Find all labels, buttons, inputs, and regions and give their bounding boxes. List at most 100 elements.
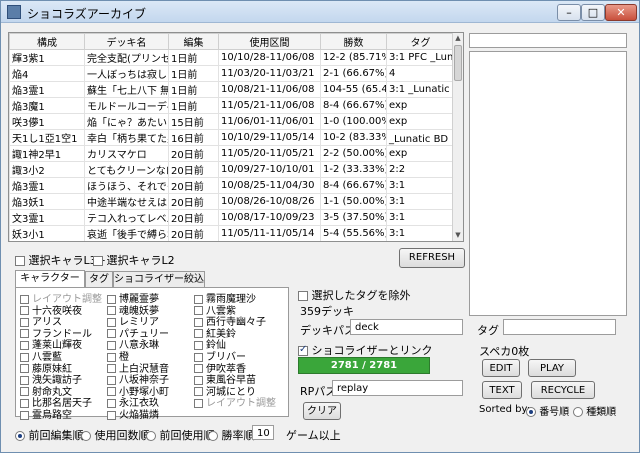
table-cell: 10/08/25-11/04/30 xyxy=(218,177,321,194)
deck-count: 359デッキ xyxy=(300,305,354,318)
column-header[interactable]: デッキ名 xyxy=(84,33,169,50)
radio-icon[interactable] xyxy=(208,431,218,441)
tag-input[interactable] xyxy=(503,319,616,335)
table-cell: 10-2 (83.33%) xyxy=(320,129,387,146)
sort-last-edited-radio[interactable]: 前回編集順 xyxy=(15,427,84,443)
table-cell: 4 xyxy=(386,65,455,82)
radio-icon[interactable] xyxy=(573,407,583,417)
deck-table[interactable]: 構成 デッキ名 編集 使用区間 勝数 タグ 輝3紫1完全支配(プリンセ…1日前1… xyxy=(8,32,464,242)
column-header[interactable]: 編集 xyxy=(168,33,219,50)
scroll-thumb[interactable] xyxy=(454,45,462,81)
table-cell: 20日前 xyxy=(168,177,219,194)
recycle-button[interactable]: RECYCLE xyxy=(531,381,595,399)
clear-button[interactable]: クリア xyxy=(303,402,341,420)
table-cell: 20日前 xyxy=(168,161,219,178)
min-games-suffix: ゲーム以上 xyxy=(286,429,341,442)
table-row[interactable]: 焔4一人ぼっちは寂しい…1日前11/03/20-11/03/212-1 (66.… xyxy=(9,65,455,82)
radio-selected-icon[interactable] xyxy=(15,431,25,441)
sort-type-radio[interactable]: 種類順 xyxy=(573,403,616,418)
table-cell: ほうほう、それでそ… xyxy=(84,177,169,194)
scroll-up-icon[interactable]: ▲ xyxy=(453,33,463,44)
column-header[interactable]: タグ xyxy=(386,33,455,50)
table-cell: 2-1 (66.67%) xyxy=(320,65,387,82)
checkbox-icon[interactable] xyxy=(20,410,29,420)
table-cell: 10/10/28-11/06/08 xyxy=(218,49,321,66)
sort-number-label: 番号順 xyxy=(539,407,570,418)
table-cell: 20日前 xyxy=(168,193,219,210)
sort-use-count-radio[interactable]: 使用回数順 xyxy=(81,427,150,443)
app-window: ショコラズアーカイブ – □ ✕ 構成 デッキ名 編集 使用区間 勝数 タグ 輝… xyxy=(0,0,640,453)
sort-win-rate-radio[interactable]: 勝率順 xyxy=(208,427,255,443)
table-cell: 16日前 xyxy=(168,129,219,146)
checkbox-icon[interactable] xyxy=(15,256,25,266)
checkbox-icon[interactable] xyxy=(93,256,103,266)
table-cell: 2:2 xyxy=(386,161,455,178)
table-row[interactable]: 諏1神2早1 カリスマケロ 20日前 11/05/20-11/05/21 2-2 (50… xyxy=(9,145,455,162)
table-cell: 11/05/11-11/05/14 xyxy=(218,225,321,241)
table-cell: 焔3妖1 xyxy=(9,193,85,210)
minimize-button[interactable]: – xyxy=(557,4,581,21)
checkbox-icon[interactable] xyxy=(298,291,308,301)
deck-card-list[interactable] xyxy=(469,51,627,316)
refresh-button[interactable]: REFRESH xyxy=(399,248,465,268)
deck-name-input[interactable] xyxy=(469,33,627,48)
checkbox-checked-icon[interactable] xyxy=(298,344,308,356)
exclude-tags-checkbox[interactable]: 選択したタグを除外 xyxy=(298,287,411,303)
min-games-input[interactable]: 10 xyxy=(252,425,274,440)
chocolizer-link-checkbox[interactable]: ショコライザーとリンク xyxy=(298,342,433,358)
table-cell: exp xyxy=(386,113,455,130)
tab-character[interactable]: キャラクター xyxy=(15,270,85,288)
table-cell: とてもクリーンなロ… xyxy=(84,161,169,178)
column-header[interactable]: 勝数 xyxy=(320,33,387,50)
radio-selected-icon[interactable] xyxy=(526,407,536,417)
table-cell xyxy=(219,242,321,243)
text-button[interactable]: TEXT xyxy=(482,381,522,399)
table-row[interactable]: 諏3小2とてもクリーンなロ…20日前10/09/27-10/10/011-2 (… xyxy=(9,161,455,178)
character-filter-item[interactable]: 火焔猫燐 xyxy=(107,406,159,421)
close-button[interactable]: ✕ xyxy=(605,4,637,21)
table-cell: 10/10/29-11/05/14 xyxy=(218,129,321,146)
rp-path-input[interactable]: replay xyxy=(332,380,463,396)
table-row[interactable]: 焔3妖1 中途半端なせえは… 20日前 10/08/26-10/08/26 1-1 (5… xyxy=(9,193,455,210)
sort-number-radio[interactable]: 番号順 xyxy=(526,403,569,418)
table-row[interactable]: 天妖1妖夢1タッチリーダ…20日前 exp xyxy=(10,242,455,243)
table-cell: 1日前 xyxy=(168,65,219,82)
character-filter-item[interactable]: 霊烏路空 xyxy=(20,406,72,421)
table-row[interactable]: 妖3小1哀逝「後手で縛られ…20日前11/05/11-11/05/145-4 (… xyxy=(9,225,455,241)
table-cell: 諏3小2 xyxy=(9,161,85,178)
maximize-button[interactable]: □ xyxy=(581,4,605,21)
column-header[interactable]: 構成 xyxy=(9,33,85,50)
table-cell: モルドールコーデ-ス xyxy=(84,97,169,114)
character-filter-item[interactable]: レイアウト調整 xyxy=(194,394,276,409)
table-cell: exp xyxy=(387,242,455,243)
checkbox-icon[interactable] xyxy=(107,410,116,420)
table-scrollbar[interactable]: ▲ ▼ xyxy=(452,33,463,241)
table-row[interactable]: 焔3霊1ほうほう、それでそ…20日前10/08/25-11/04/308-4 (… xyxy=(9,177,455,194)
edit-button[interactable]: EDIT xyxy=(482,359,520,377)
table-cell: 3:1 xyxy=(386,209,455,226)
filter-l2-checkbox[interactable]: 選択キャラL2 xyxy=(93,252,175,268)
rp-path-label: RPパス xyxy=(300,385,337,398)
exclude-tags-label: 選択したタグを除外 xyxy=(311,289,411,302)
deck-path-input[interactable]: deck xyxy=(350,319,463,335)
table-row[interactable]: 文3霊1テコ入れってレベル…20日前10/08/17-10/09/233-5 (… xyxy=(9,209,455,226)
radio-icon[interactable] xyxy=(81,431,91,441)
table-row[interactable]: 輝3紫1完全支配(プリンセ…1日前10/10/28-11/06/0812-2 (… xyxy=(9,49,455,66)
tab-tag[interactable]: タグ xyxy=(85,271,113,287)
checkbox-icon[interactable] xyxy=(194,398,203,408)
sort-last-used-radio[interactable]: 前回使用順 xyxy=(146,427,215,443)
column-header[interactable]: 使用区間 xyxy=(218,33,321,50)
table-cell: 輝3紫1 xyxy=(9,49,85,66)
table-row[interactable]: 咲3儚1焔「にゃ？あたいは…15日前11/06/01-11/06/011-0 (… xyxy=(9,113,455,130)
spell-count: スペカ0枚 xyxy=(479,345,530,358)
radio-icon[interactable] xyxy=(146,431,156,441)
tab-chocolizer-filter[interactable]: ショコライザー絞込 xyxy=(113,271,205,287)
title-bar[interactable]: ショコラズアーカイブ – □ ✕ xyxy=(1,1,639,23)
table-cell: 3:1 PFC _Lunatic xyxy=(386,49,455,66)
play-button[interactable]: PLAY xyxy=(528,359,576,377)
table-row[interactable]: 焔3霊1蘇生「七上八下 無…1日前10/08/21-11/06/08104-55… xyxy=(9,81,455,98)
scroll-down-icon[interactable]: ▼ xyxy=(453,230,463,241)
table-row[interactable]: 焔3魔1モルドールコーデ-ス1日前11/05/21-11/06/088-4 (6… xyxy=(9,97,455,114)
table-row[interactable]: 天1し1亞1空1幸白「柄ち果てた身…16日前10/10/29-11/05/141… xyxy=(9,129,455,146)
table-cell: 1-2 (33.33%) xyxy=(320,161,387,178)
